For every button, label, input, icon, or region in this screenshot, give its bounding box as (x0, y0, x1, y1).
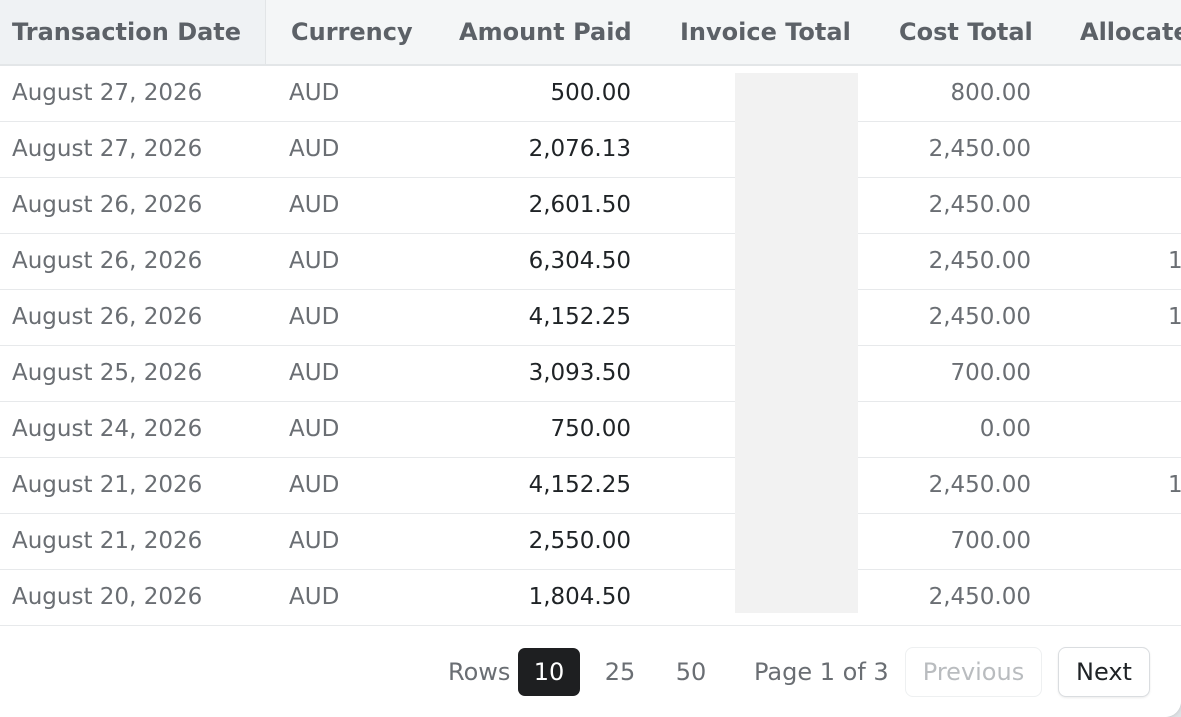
cost-total-cell: 2,450.00 (928, 248, 1031, 274)
cost-total-cell: 700.00 (950, 528, 1031, 554)
transaction-date-cell: August 26, 2026 (12, 248, 203, 274)
amount-paid-cell: 6,304.50 (528, 248, 631, 274)
table-row[interactable]: August 21, 2026 AUD 4,152.25 2,450.00 1 (0, 458, 1181, 514)
table-header: Transaction Date Currency Amount Paid In… (0, 0, 1181, 66)
cost-total-cell: 2,450.00 (928, 304, 1031, 330)
cost-total-cell: 2,450.00 (928, 136, 1031, 162)
table-row[interactable]: August 26, 2026 AUD 4,152.25 2,450.00 1 (0, 290, 1181, 346)
amount-paid-cell: 1,804.50 (528, 584, 631, 610)
allocated-cell: 1 (1168, 472, 1181, 498)
currency-cell: AUD (289, 248, 340, 274)
amount-paid-cell: 2,076.13 (528, 136, 631, 162)
amount-paid-cell: 3,093.50 (528, 360, 631, 386)
amount-paid-cell: 500.00 (550, 80, 631, 106)
amount-paid-cell: 2,550.00 (528, 528, 631, 554)
transaction-date-cell: August 24, 2026 (12, 416, 203, 442)
table-row[interactable]: August 27, 2026 AUD 2,076.13 2,450.00 (0, 122, 1181, 178)
column-header-currency[interactable]: Currency (291, 0, 413, 64)
page-size-option-10[interactable]: 10 (518, 648, 580, 696)
allocated-cell: 1 (1168, 304, 1181, 330)
transaction-date-cell: August 21, 2026 (12, 472, 203, 498)
cost-total-cell: 2,450.00 (928, 584, 1031, 610)
page-info: Page 1 of 3 (754, 658, 889, 686)
column-header-allocated[interactable]: Allocate (1080, 0, 1181, 64)
transaction-date-cell: August 27, 2026 (12, 80, 203, 106)
amount-paid-cell: 4,152.25 (528, 304, 631, 330)
rows-label: Rows (448, 658, 511, 686)
currency-cell: AUD (289, 360, 340, 386)
currency-cell: AUD (289, 584, 340, 610)
amount-paid-cell: 2,601.50 (528, 192, 631, 218)
column-header-amount-paid[interactable]: Amount Paid (459, 0, 632, 64)
currency-cell: AUD (289, 416, 340, 442)
table-row[interactable]: August 25, 2026 AUD 3,093.50 700.00 (0, 346, 1181, 402)
previous-page-button[interactable]: Previous (905, 647, 1042, 697)
table-row[interactable]: August 20, 2026 AUD 1,804.50 2,450.00 (0, 570, 1181, 626)
invoice-total-redaction (735, 73, 858, 613)
column-header-transaction-date[interactable]: Transaction Date (12, 0, 241, 64)
page-size-option-50[interactable]: 50 (660, 648, 722, 696)
transaction-date-cell: August 20, 2026 (12, 584, 203, 610)
transaction-date-cell: August 27, 2026 (12, 136, 203, 162)
transactions-table-panel: Transaction Date Currency Amount Paid In… (0, 0, 1181, 717)
currency-cell: AUD (289, 304, 340, 330)
next-page-button[interactable]: Next (1058, 647, 1150, 697)
cost-total-cell: 700.00 (950, 360, 1031, 386)
transaction-date-cell: August 26, 2026 (12, 304, 203, 330)
cost-total-cell: 0.00 (979, 416, 1031, 442)
table-row[interactable]: August 21, 2026 AUD 2,550.00 700.00 (0, 514, 1181, 570)
currency-cell: AUD (289, 136, 340, 162)
transaction-date-cell: August 21, 2026 (12, 528, 203, 554)
currency-cell: AUD (289, 528, 340, 554)
allocated-cell: 1 (1168, 248, 1181, 274)
currency-cell: AUD (289, 80, 340, 106)
amount-paid-cell: 4,152.25 (528, 472, 631, 498)
transaction-date-cell: August 26, 2026 (12, 192, 203, 218)
table-row[interactable]: August 26, 2026 AUD 6,304.50 2,450.00 1 (0, 234, 1181, 290)
table-row[interactable]: August 26, 2026 AUD 2,601.50 2,450.00 (0, 178, 1181, 234)
transaction-date-cell: August 25, 2026 (12, 360, 203, 386)
currency-cell: AUD (289, 192, 340, 218)
cost-total-cell: 800.00 (950, 80, 1031, 106)
cost-total-cell: 2,450.00 (928, 472, 1031, 498)
cost-total-cell: 2,450.00 (928, 192, 1031, 218)
column-header-cost-total[interactable]: Cost Total (899, 0, 1033, 64)
table-row[interactable]: August 27, 2026 AUD 500.00 800.00 (0, 66, 1181, 122)
page-size-option-25[interactable]: 25 (589, 648, 651, 696)
table-row[interactable]: August 24, 2026 AUD 750.00 0.00 (0, 402, 1181, 458)
amount-paid-cell: 750.00 (550, 416, 631, 442)
column-header-invoice-total[interactable]: Invoice Total (680, 0, 851, 64)
currency-cell: AUD (289, 472, 340, 498)
